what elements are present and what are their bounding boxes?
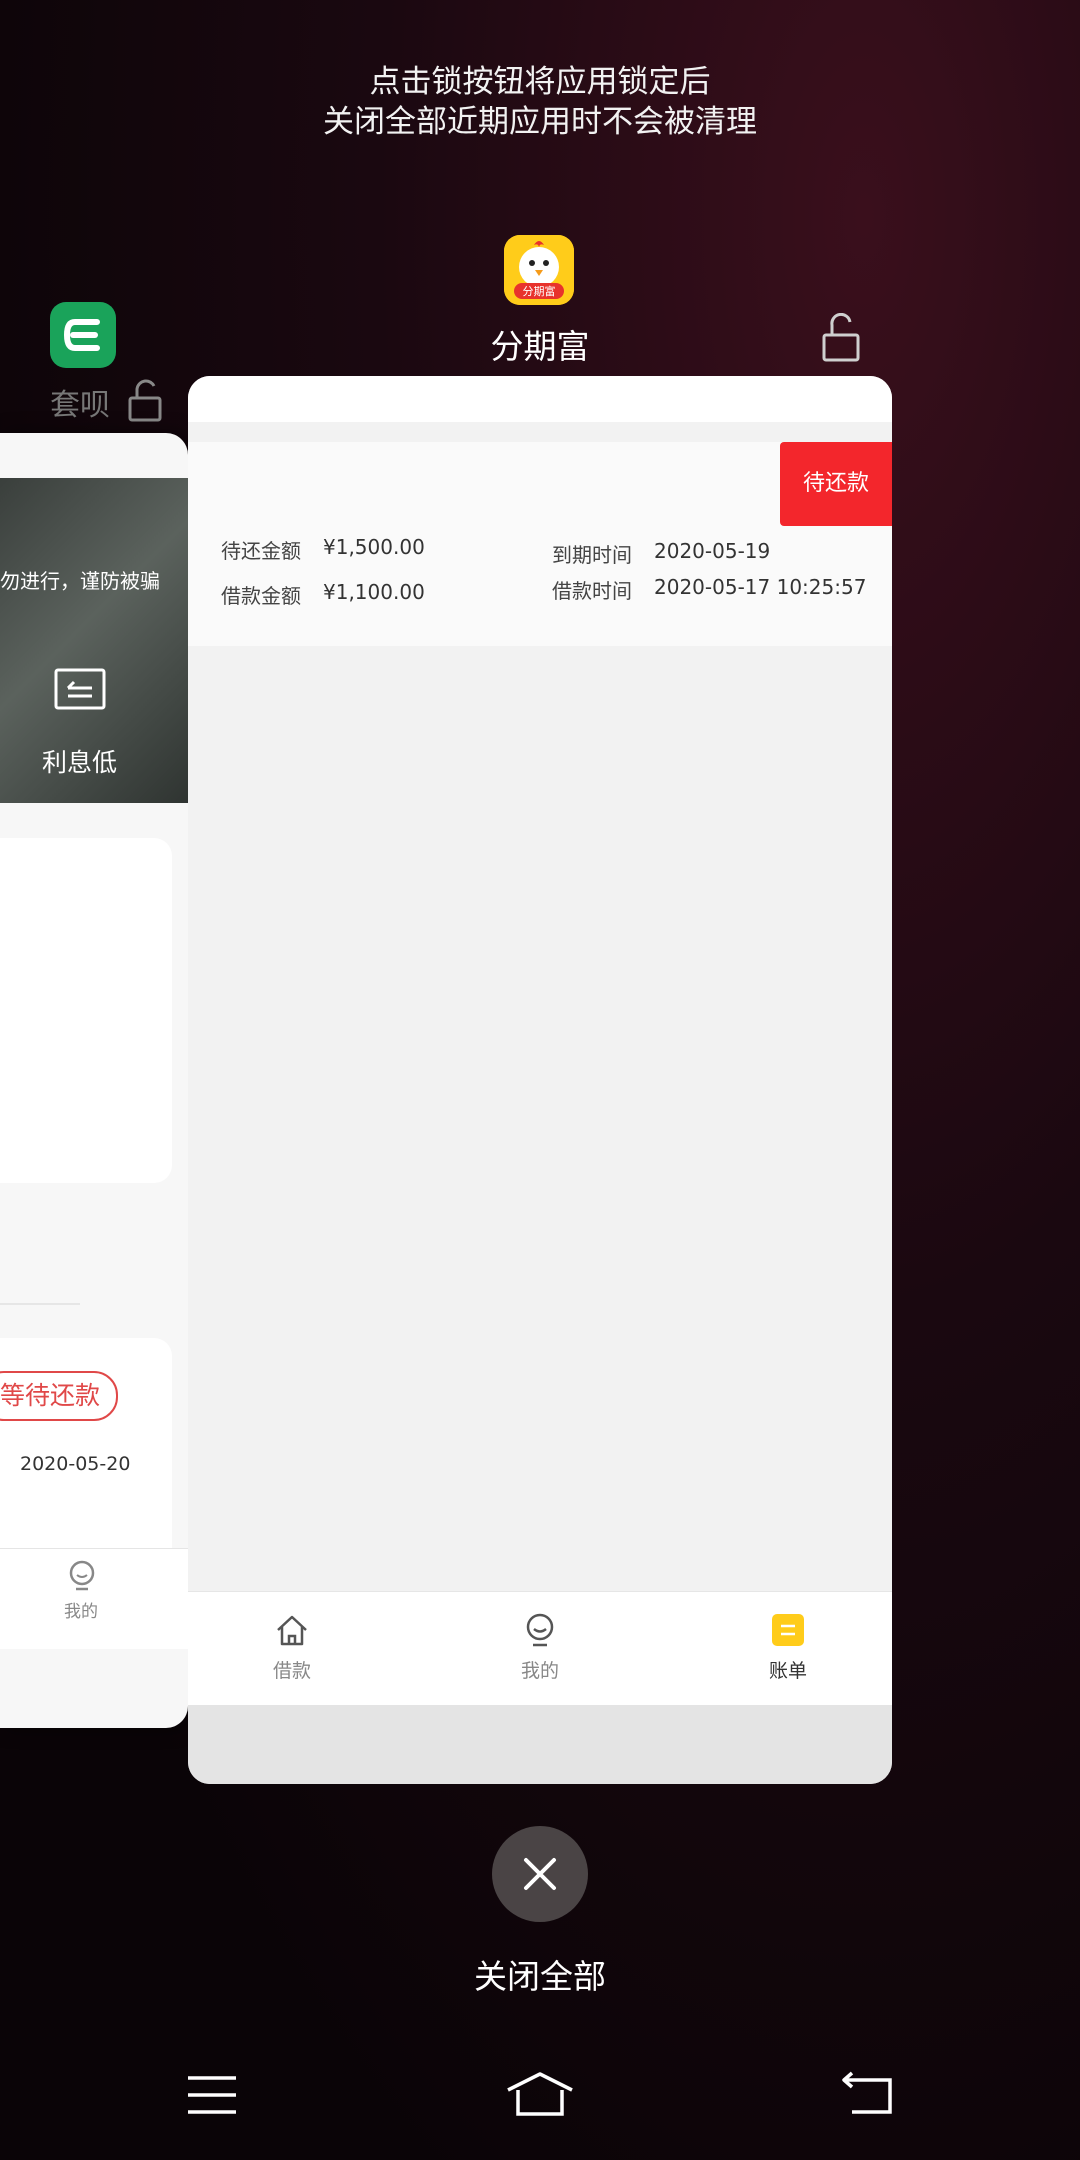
repay-amount-value: ¥1,500.00: [323, 535, 425, 559]
card-header-strip: [188, 376, 892, 422]
tab-bar: 借款 我的 账单: [188, 1591, 892, 1706]
loan-time-label: 借款时间: [552, 579, 632, 603]
left-app-name: 套呗: [50, 388, 110, 423]
main-app-icon[interactable]: 分期富: [504, 235, 574, 305]
loan-amount-label: 借款金额: [221, 584, 301, 608]
lock-hint: 点击锁按钮将应用锁定后 关闭全部近期应用时不会被清理: [0, 62, 1080, 142]
unlock-icon[interactable]: [820, 313, 862, 363]
feature-label: 利息低: [42, 748, 118, 777]
chick-logo-icon: 分期富: [504, 235, 574, 305]
bill-status-badge: 等待还款: [0, 1371, 119, 1421]
tab-loan-label: 借款: [272, 1660, 311, 1682]
close-all-label: 关闭全部: [474, 1957, 606, 1996]
tab-bill[interactable]: 账单: [728, 1592, 848, 1706]
card-footer: [188, 1705, 892, 1784]
bill-date: 2020-05-20: [20, 1453, 131, 1475]
left-app-card[interactable]: 勿进行，谨防被骗 利息低 等待还款 2020-05-20 我的: [0, 433, 188, 1728]
lock-hint-line1: 点击锁按钮将应用锁定后: [369, 64, 711, 100]
tab-bar: 我的: [0, 1548, 188, 1649]
tab-bill-label: 账单: [768, 1660, 807, 1682]
menu-icon[interactable]: [184, 2070, 240, 2120]
close-icon: [524, 1858, 556, 1890]
bill-icon: [772, 1614, 804, 1646]
tab-mine-label: 我的: [64, 1602, 98, 1622]
due-time-label: 到期时间: [552, 543, 632, 567]
close-all-button[interactable]: [492, 1826, 588, 1922]
home-icon: [277, 1615, 307, 1646]
fraud-warning-text: 勿进行，谨防被骗: [0, 569, 160, 593]
rate-icon: [54, 668, 106, 710]
due-time-value: 2020-05-19: [654, 539, 771, 563]
lock-hint-line2: 关闭全部近期应用时不会被清理: [323, 104, 757, 140]
main-app-name: 分期富: [490, 327, 590, 366]
tab-loan[interactable]: 借款: [232, 1592, 352, 1706]
back-icon[interactable]: [840, 2070, 896, 2120]
info-panel: [0, 838, 172, 1183]
loan-time-value: 2020-05-17 10:25:57: [654, 575, 867, 599]
main-app-card[interactable]: 待还款 待还金额 ¥1,500.00 借款金额 ¥1,100.00 到期时间 2…: [188, 376, 892, 1784]
divider: [0, 1303, 80, 1305]
tab-mine[interactable]: 我的: [480, 1592, 600, 1706]
repay-amount-label: 待还金额: [221, 539, 301, 563]
tab-mine-label: 我的: [520, 1660, 559, 1682]
unlock-icon[interactable]: [125, 378, 165, 422]
bill-card: [0, 1338, 172, 1548]
profile-icon: [526, 1613, 554, 1647]
profile-icon[interactable]: [66, 1559, 98, 1591]
home-icon[interactable]: [504, 2070, 576, 2120]
svg-text:分期富: 分期富: [523, 284, 556, 298]
status-badge: 待还款: [780, 442, 892, 526]
loan-amount-value: ¥1,100.00: [323, 580, 425, 604]
